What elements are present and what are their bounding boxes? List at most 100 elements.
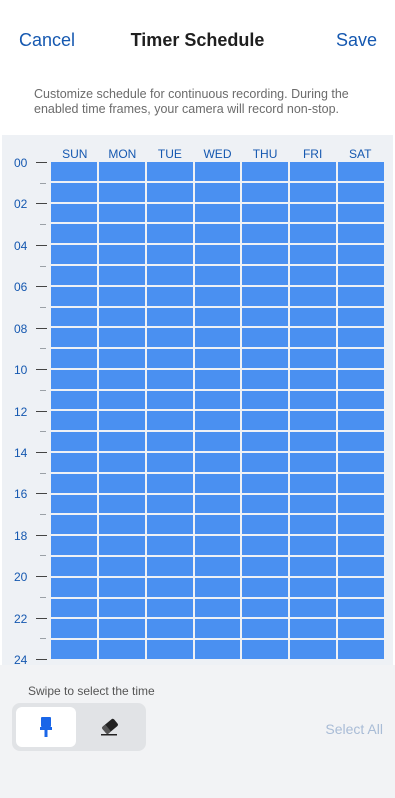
schedule-cell[interactable] <box>146 265 193 285</box>
schedule-cell[interactable] <box>242 328 289 348</box>
schedule-cell[interactable] <box>338 182 384 202</box>
schedule-cell[interactable] <box>290 536 337 556</box>
schedule-cell[interactable] <box>146 536 193 556</box>
schedule-cell[interactable] <box>51 473 97 493</box>
schedule-cell[interactable] <box>290 162 337 181</box>
schedule-cell[interactable] <box>98 182 145 202</box>
schedule-cell[interactable] <box>98 453 145 472</box>
schedule-cell[interactable] <box>194 494 241 514</box>
schedule-cell[interactable] <box>194 224 241 244</box>
schedule-cell[interactable] <box>51 328 97 348</box>
schedule-cell[interactable] <box>51 577 97 597</box>
schedule-cell[interactable] <box>98 557 145 576</box>
schedule-cell[interactable] <box>194 203 241 223</box>
schedule-cell[interactable] <box>242 369 289 389</box>
schedule-cell[interactable] <box>194 369 241 389</box>
schedule-cell[interactable] <box>194 536 241 556</box>
schedule-cell[interactable] <box>242 390 289 410</box>
schedule-cell[interactable] <box>146 515 193 535</box>
schedule-cell[interactable] <box>51 494 97 514</box>
schedule-cell[interactable] <box>98 598 145 618</box>
schedule-cell[interactable] <box>146 182 193 202</box>
schedule-cell[interactable] <box>290 453 337 472</box>
schedule-cell[interactable] <box>338 494 384 514</box>
schedule-cell[interactable] <box>51 432 97 452</box>
schedule-cell[interactable] <box>194 515 241 535</box>
schedule-cell[interactable] <box>98 515 145 535</box>
schedule-cell[interactable] <box>51 245 97 264</box>
schedule-cell[interactable] <box>146 369 193 389</box>
schedule-cell[interactable] <box>290 557 337 576</box>
schedule-cell[interactable] <box>194 307 241 327</box>
schedule-cell[interactable] <box>338 224 384 244</box>
schedule-cell[interactable] <box>98 390 145 410</box>
schedule-cell[interactable] <box>338 432 384 452</box>
schedule-cell[interactable] <box>146 245 193 264</box>
schedule-cell[interactable] <box>290 473 337 493</box>
schedule-cell[interactable] <box>338 369 384 389</box>
schedule-cell[interactable] <box>338 349 384 368</box>
schedule-cell[interactable] <box>146 640 193 659</box>
schedule-cell[interactable] <box>146 328 193 348</box>
schedule-cell[interactable] <box>51 349 97 368</box>
schedule-cell[interactable] <box>242 286 289 306</box>
schedule-cell[interactable] <box>146 203 193 223</box>
schedule-cell[interactable] <box>338 619 384 639</box>
schedule-cell[interactable] <box>51 224 97 244</box>
schedule-cell[interactable] <box>290 577 337 597</box>
schedule-cell[interactable] <box>51 307 97 327</box>
schedule-cell[interactable] <box>194 162 241 181</box>
schedule-cell[interactable] <box>242 265 289 285</box>
schedule-cell[interactable] <box>98 162 145 181</box>
schedule-cell[interactable] <box>290 619 337 639</box>
schedule-cell[interactable] <box>290 390 337 410</box>
schedule-cell[interactable] <box>290 515 337 535</box>
schedule-cell[interactable] <box>338 473 384 493</box>
schedule-cell[interactable] <box>290 640 337 659</box>
schedule-cell[interactable] <box>194 182 241 202</box>
schedule-cell[interactable] <box>338 515 384 535</box>
schedule-cell[interactable] <box>51 640 97 659</box>
schedule-cell[interactable] <box>242 411 289 431</box>
schedule-cell[interactable] <box>290 307 337 327</box>
schedule-cell[interactable] <box>51 390 97 410</box>
schedule-cell[interactable] <box>338 453 384 472</box>
save-button[interactable]: Save <box>336 30 377 51</box>
schedule-cell[interactable] <box>290 432 337 452</box>
schedule-cell[interactable] <box>98 203 145 223</box>
schedule-cell[interactable] <box>194 349 241 368</box>
schedule-cell[interactable] <box>242 432 289 452</box>
schedule-cell[interactable] <box>51 369 97 389</box>
schedule-cell[interactable] <box>194 328 241 348</box>
schedule-cell[interactable] <box>98 369 145 389</box>
schedule-cell[interactable] <box>338 307 384 327</box>
brush-tool-button[interactable] <box>16 707 76 747</box>
schedule-cell[interactable] <box>194 245 241 264</box>
schedule-cell[interactable] <box>242 224 289 244</box>
schedule-cell[interactable] <box>98 577 145 597</box>
schedule-cell[interactable] <box>146 411 193 431</box>
schedule-cell[interactable] <box>290 494 337 514</box>
schedule-cell[interactable] <box>146 619 193 639</box>
schedule-cell[interactable] <box>338 162 384 181</box>
schedule-cell[interactable] <box>242 203 289 223</box>
schedule-cell[interactable] <box>338 265 384 285</box>
schedule-cell[interactable] <box>290 224 337 244</box>
schedule-cell[interactable] <box>290 328 337 348</box>
schedule-cell[interactable] <box>338 557 384 576</box>
schedule-cell[interactable] <box>242 307 289 327</box>
schedule-cell[interactable] <box>51 619 97 639</box>
schedule-cell[interactable] <box>338 577 384 597</box>
schedule-cell[interactable] <box>146 286 193 306</box>
schedule-cell[interactable] <box>51 515 97 535</box>
schedule-cell[interactable] <box>194 286 241 306</box>
schedule-cell[interactable] <box>51 557 97 576</box>
schedule-grid[interactable] <box>51 162 384 659</box>
schedule-cell[interactable] <box>98 224 145 244</box>
schedule-cell[interactable] <box>338 390 384 410</box>
schedule-cell[interactable] <box>51 265 97 285</box>
schedule-cell[interactable] <box>98 640 145 659</box>
schedule-cell[interactable] <box>338 203 384 223</box>
schedule-cell[interactable] <box>290 411 337 431</box>
schedule-cell[interactable] <box>98 473 145 493</box>
